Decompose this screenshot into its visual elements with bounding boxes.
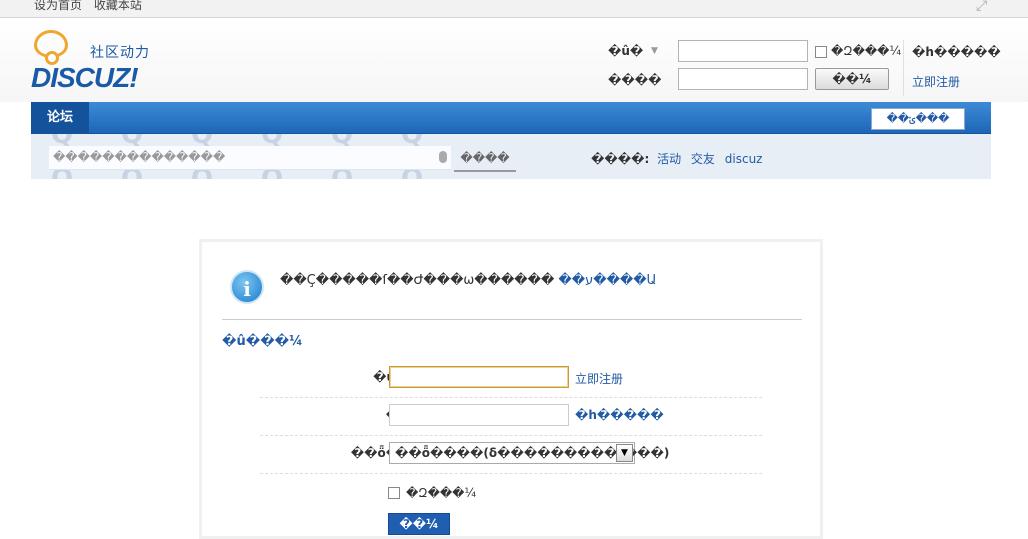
- logo-tagline: 社区动力: [90, 45, 150, 61]
- header-username-input[interactable]: [678, 40, 808, 62]
- login-submit-button[interactable]: ��¼: [388, 513, 450, 535]
- quick-nav-button[interactable]: ��ݵ���: [871, 108, 965, 130]
- remember-label: �Զ���¼: [406, 486, 477, 500]
- forgot-password-link[interactable]: �һ�����: [575, 408, 664, 422]
- remember-me[interactable]: �Զ���¼: [388, 486, 476, 500]
- password-input[interactable]: [389, 404, 569, 426]
- username-input[interactable]: [389, 366, 569, 388]
- header-password-input[interactable]: [678, 68, 808, 90]
- chevron-down-icon[interactable]: ▼: [616, 444, 633, 462]
- password-label: ����: [608, 73, 662, 87]
- register-member-link[interactable]: ��ע����Ա: [558, 273, 656, 288]
- section-title: �û���¼: [222, 334, 303, 349]
- hot-searches: ����: 活动 交友 discuz: [591, 150, 768, 167]
- remember-checkbox[interactable]: [388, 487, 400, 499]
- divider: [222, 319, 802, 320]
- discuz-logo[interactable]: 社区动力 DISCUZ!: [30, 28, 165, 98]
- search-type-selector[interactable]: ����: [454, 146, 516, 172]
- security-question-select[interactable]: ��ȫ����(δ���������ɺ���) ▼: [389, 442, 669, 464]
- header-login-button[interactable]: ��¼: [815, 68, 889, 90]
- logo-wordmark: DISCUZ!: [31, 62, 139, 93]
- hot-search-item[interactable]: discuz: [725, 152, 763, 166]
- logo-bubble-icon: [34, 30, 68, 65]
- register-link[interactable]: 立即注册: [575, 370, 623, 387]
- top-toolbar: 设为首页 收藏本站 ⤢: [0, 0, 1028, 18]
- header-remember-label: �Զ���¼: [831, 44, 902, 58]
- security-question-row: ��ȫ����: ��ȫ����(δ���������ɺ���) ▼: [260, 436, 762, 474]
- set-home-link[interactable]: 设为首页: [34, 0, 82, 12]
- search-placeholder: ��������������: [53, 150, 226, 164]
- hot-search-item[interactable]: 交友: [691, 152, 715, 166]
- main-nav: 论坛 ��ݵ���: [31, 102, 991, 134]
- hot-search-item[interactable]: 活动: [657, 152, 681, 166]
- header-divider: [903, 40, 904, 96]
- password-row: ����: �һ�����: [260, 398, 762, 436]
- header-login-form: �û� ▼ �Զ���¼ ���� ��¼ �һ����� 立即注册: [600, 40, 1001, 96]
- header-remember-checkbox[interactable]: [815, 46, 827, 58]
- chevron-down-icon[interactable]: ▼: [651, 46, 658, 56]
- search-area: QQ QQ QQ QQ QQ QQ �������������� ���� ��…: [31, 134, 991, 179]
- register-link[interactable]: 立即注册: [912, 73, 960, 90]
- bookmark-link[interactable]: 收藏本站: [94, 0, 142, 12]
- expand-icon[interactable]: ⤢: [976, 0, 990, 14]
- microphone-icon[interactable]: [439, 151, 447, 163]
- login-panel: i ��Ҫ�����ſ��Ժ���ѡ������ ��ע����Ա �û���¼…: [199, 239, 823, 539]
- username-type-label[interactable]: �û�: [608, 44, 643, 58]
- tab-forum[interactable]: 论坛: [31, 102, 89, 134]
- search-input[interactable]: ��������������: [49, 146, 451, 170]
- site-header: 社区动力 DISCUZ! �û� ▼ �Զ���¼ ���� ��¼ �һ���…: [0, 18, 1028, 102]
- message-text: ��Ҫ�����ſ��Ժ���ѡ������: [280, 273, 555, 288]
- forgot-password-link[interactable]: �һ�����: [912, 45, 1001, 59]
- top-links: 设为首页 收藏本站: [34, 0, 150, 13]
- login-required-message: ��Ҫ�����ſ��Ժ���ѡ������ ��ע����Ա: [280, 273, 657, 288]
- hot-search-label: ����:: [591, 152, 650, 166]
- info-icon: i: [230, 270, 264, 304]
- username-row: �û���▼ 立即注册: [260, 360, 762, 398]
